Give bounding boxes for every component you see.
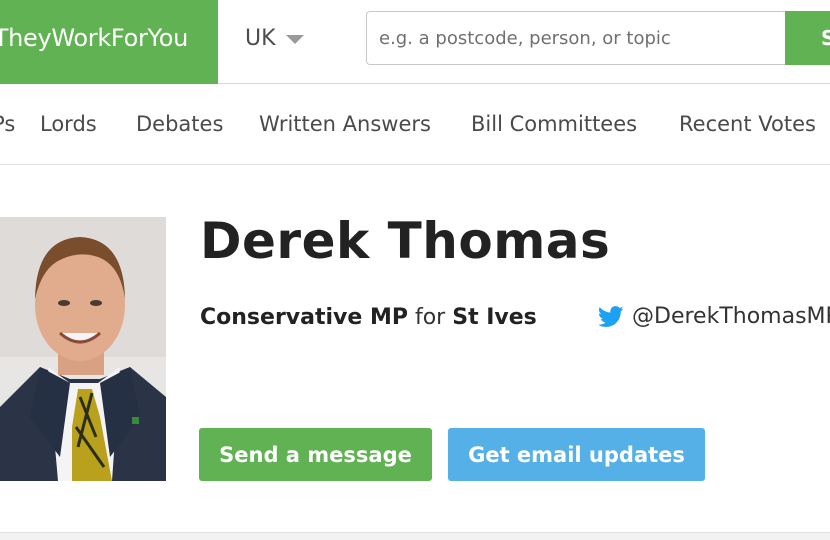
twitter-handle[interactable]: @DerekThomasMP [632, 304, 830, 329]
email-updates-button[interactable]: Get email updates [448, 428, 705, 481]
nav-item-recent-votes[interactable]: Recent Votes [679, 112, 816, 136]
party-label: Conservative MP [200, 305, 408, 330]
search-button[interactable]: Search [785, 11, 830, 65]
mp-name: Derek Thomas [200, 212, 611, 270]
portrait-image [0, 217, 166, 481]
send-message-button[interactable]: Send a message [199, 428, 432, 481]
chevron-down-icon[interactable] [285, 35, 304, 44]
nav-item-lords[interactable]: Lords [40, 112, 97, 136]
constituency-label: St Ives [452, 305, 537, 330]
country-label[interactable]: UK [245, 26, 276, 51]
nav-item-written-answers[interactable]: Written Answers [259, 112, 431, 136]
for-label: for [414, 305, 446, 330]
country-selector[interactable]: UK [245, 26, 304, 51]
nav-item-bill-committees[interactable]: Bill Committees [471, 112, 637, 136]
content-divider [0, 532, 830, 540]
nav-item-mps[interactable]: MPs [0, 112, 15, 136]
logo-text[interactable]: TheyWorkForYou [0, 24, 188, 52]
twitter-bird-icon [598, 305, 624, 327]
site-header: TheyWorkForYou UK Search [0, 0, 830, 84]
main-nav: MPs Lords Debates Written Answers Bill C… [0, 85, 830, 165]
search-input[interactable] [366, 11, 786, 65]
site-logo[interactable]: TheyWorkForYou [0, 0, 218, 84]
mp-party-line: Conservative MP for St Ives [200, 305, 537, 330]
nav-item-debates[interactable]: Debates [136, 112, 223, 136]
twitter-link[interactable]: @DerekThomasMP [598, 304, 830, 329]
mp-portrait [0, 217, 166, 481]
